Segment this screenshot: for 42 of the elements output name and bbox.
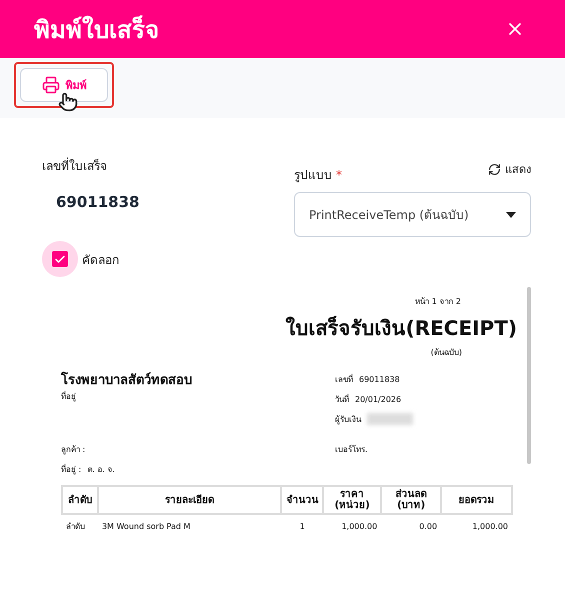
blurred-name — [367, 413, 413, 425]
address-label: ที่อยู่ : — [61, 463, 82, 476]
copy-label: คัดลอก — [82, 252, 119, 268]
table-cell: 0.00 — [381, 514, 442, 538]
number-label: เลขที่ — [335, 373, 353, 386]
table-cell: 1,000.00 — [441, 514, 512, 538]
receipt-title: ใบเสร็จรับเงิน(RECEIPT) — [286, 316, 517, 340]
receipt-subtitle: (ต้นฉบับ) — [430, 348, 462, 357]
format-select[interactable]: PrintReceiveTemp (ต้นฉบับ) — [294, 192, 531, 237]
receipt-number: 69011838 — [359, 374, 400, 384]
company-name: โรงพยาบาลสัตว์ทดสอบ — [61, 370, 193, 390]
customer-label: ลูกค้า : — [61, 444, 86, 456]
window-title: พิมพ์ใบเสร็จ — [34, 14, 159, 46]
column-header: ยอดรวม — [441, 486, 512, 514]
caret-icon — [506, 212, 516, 218]
copy-checkbox[interactable] — [52, 251, 68, 267]
column-header: ส่วนลด (บาท) — [381, 486, 442, 514]
required-mark: * — [336, 168, 342, 182]
scrollbar[interactable] — [527, 287, 531, 464]
hand-cursor-icon — [58, 92, 78, 112]
cashier-label: ผู้รับเงิน — [335, 414, 361, 426]
refresh-icon — [488, 162, 501, 176]
phone-label: เบอร์โทร. — [335, 444, 368, 456]
table-cell: 3M Wound sorb Pad M — [98, 514, 282, 538]
column-header: ราคา (หน่วย) — [323, 486, 382, 514]
table-cell: ลำดับ — [62, 514, 98, 538]
receipt-number-label: เลขที่ใบเสร็จ — [42, 156, 108, 175]
customer-address: ต. อ. จ. — [87, 464, 115, 476]
refresh-button[interactable]: แสดง — [488, 160, 531, 178]
receipt-number: 69011838 — [56, 193, 140, 211]
date-label: วันที่ — [335, 393, 349, 406]
column-header: รายละเอียด — [98, 486, 282, 514]
table-cell: 1 — [281, 514, 324, 538]
column-header: ลำดับ — [62, 486, 98, 514]
format-label: รูปแบบ — [294, 168, 332, 182]
column-header: จำนวน — [281, 486, 324, 514]
table-cell: 1,000.00 — [323, 514, 382, 538]
receipt-date: 20/01/2026 — [355, 394, 402, 404]
company-address-label: ที่อยู่ — [61, 390, 77, 403]
page-number: หน้า 1 จาก 2 — [415, 297, 461, 306]
printer-icon — [42, 76, 60, 94]
print-button[interactable]: พิมพ์ — [20, 68, 108, 102]
